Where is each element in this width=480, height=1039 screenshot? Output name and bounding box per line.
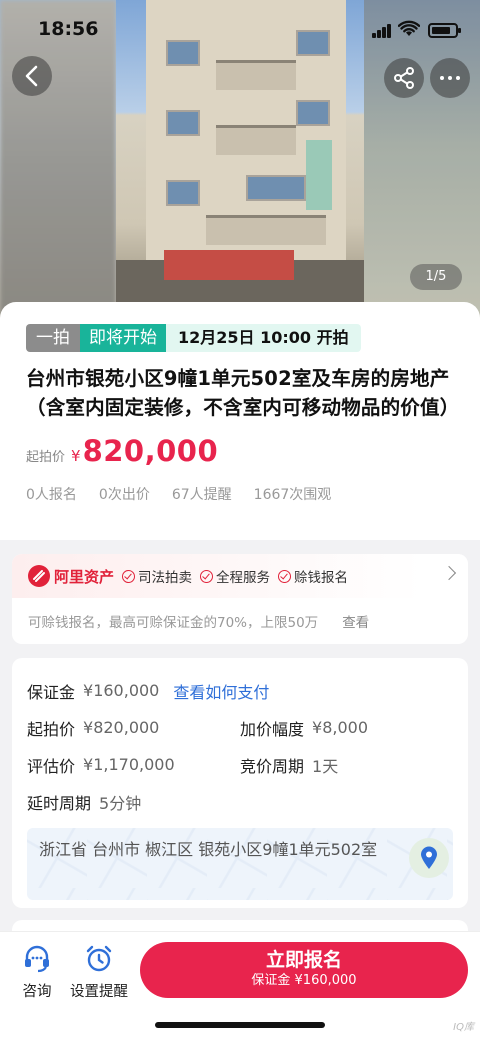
delay-value: 5分钟	[99, 793, 142, 813]
address-box[interactable]: 浙江省 台州市 椒江区 银苑小区9幢1单元502室	[27, 828, 453, 900]
stat-registrations: 0人报名	[26, 487, 77, 503]
appraisal-value: ¥1,170,000	[83, 755, 175, 774]
delay-label: 延时周期	[27, 793, 92, 813]
starting-price: 820,000	[82, 434, 219, 468]
chevron-left-icon	[25, 65, 38, 87]
appraisal-label: 评估价	[27, 756, 76, 776]
check-circle-icon	[200, 569, 214, 583]
stat-reminders: 67人提醒	[171, 487, 232, 503]
stat-bids: 0次出价	[98, 487, 150, 503]
status-time: 18:56	[38, 18, 99, 40]
currency-symbol: ¥	[71, 447, 81, 465]
start-price-label: 起拍价	[27, 719, 76, 739]
wifi-icon	[398, 20, 420, 36]
ali-brand-name: 阿里资产	[54, 567, 115, 586]
status-tag: 即将开始	[80, 324, 166, 352]
price-row: 起拍价 ¥ 820,000	[26, 434, 454, 468]
credit-note: 可赊钱报名，最高可赊保证金的70%，上限50万	[28, 615, 319, 631]
headset-icon	[25, 945, 49, 973]
cycle-label: 竞价周期	[240, 756, 305, 776]
feature-full-service: 全程服务	[200, 566, 270, 586]
start-time-tag: 12月25日 10:00 开拍	[166, 324, 361, 352]
check-circle-icon	[278, 569, 292, 583]
sign-up-deposit: 保证金 ¥160,000	[251, 973, 357, 988]
address-text: 浙江省 台州市 椒江区 银苑小区9幢1单元502室	[39, 840, 378, 859]
more-dots-icon	[440, 76, 460, 80]
sign-up-label: 立即报名	[265, 949, 342, 971]
consult-button[interactable]: 咨询	[22, 944, 52, 1001]
watermark: IQ库	[453, 1022, 474, 1033]
price-label: 起拍价	[26, 450, 66, 465]
map-pin-icon[interactable]	[409, 838, 449, 878]
home-indicator[interactable]	[155, 1022, 325, 1028]
feature-judicial: 司法拍卖	[122, 566, 192, 586]
consult-label: 咨询	[22, 984, 52, 1000]
property-title: 台州市银苑小区9幢1单元502室及车房的房地产（含室内固定装修，不含室内可移动物…	[26, 367, 460, 419]
deposit-value: ¥160,000	[83, 681, 160, 700]
auction-stats: 0人报名 0次出价 67人提醒 1667次围观	[26, 484, 454, 504]
feature-credit-signup: 赊钱报名	[278, 566, 348, 586]
how-to-pay-link[interactable]: 查看如何支付	[173, 679, 269, 703]
alarm-clock-icon	[86, 945, 112, 972]
check-circle-icon	[122, 569, 136, 583]
shop-sign	[164, 250, 294, 280]
start-price-value: ¥820,000	[83, 718, 160, 737]
battery-icon	[428, 23, 461, 38]
deposit-row: 保证金 ¥160,000 查看如何支付	[27, 672, 454, 709]
back-button[interactable]	[12, 56, 52, 96]
ali-header: 阿里资产 司法拍卖 全程服务 赊钱报名	[12, 554, 468, 598]
more-button[interactable]	[430, 58, 470, 98]
ali-assets-card[interactable]: 阿里资产 司法拍卖 全程服务 赊钱报名 可赊钱报名，最高可赊保证金的70%，上限…	[12, 554, 468, 644]
share-icon	[394, 67, 414, 89]
sign-up-now-button[interactable]: 立即报名 保证金 ¥160,000	[140, 942, 468, 998]
increment-value: ¥8,000	[312, 718, 368, 737]
price-increment-row: 起拍价 ¥820,000 加价幅度 ¥8,000	[27, 709, 454, 746]
set-reminder-button[interactable]: 设置提醒	[70, 944, 128, 1001]
auction-info-card: 保证金 ¥160,000 查看如何支付 起拍价 ¥820,000 加价幅度 ¥8…	[12, 658, 468, 908]
credit-see-link[interactable]: 查看	[342, 611, 369, 631]
share-button[interactable]	[384, 58, 424, 98]
deposit-label: 保证金	[27, 682, 76, 702]
appraisal-cycle-row: 评估价 ¥1,170,000 竞价周期 1天	[27, 746, 454, 783]
chevron-right-icon	[441, 565, 457, 581]
auction-tags: 一拍 即将开始 12月25日 10:00 开拍	[26, 324, 454, 352]
ali-assets-logo-icon	[28, 565, 50, 587]
round-tag: 一拍	[26, 324, 80, 352]
increment-label: 加价幅度	[240, 719, 305, 739]
stat-views: 1667次围观	[253, 487, 332, 503]
auction-summary-card: 一拍 即将开始 12月25日 10:00 开拍 台州市银苑小区9幢1单元502室…	[0, 302, 480, 540]
cycle-value: 1天	[312, 756, 339, 776]
signal-icon	[372, 24, 392, 38]
status-bar: 18:56	[0, 0, 480, 60]
delay-row: 延时周期 5分钟	[27, 783, 454, 820]
set-reminder-label: 设置提醒	[70, 984, 128, 1000]
image-counter: 1/5	[410, 264, 462, 290]
credit-note-row: 可赊钱报名，最高可赊保证金的70%，上限50万 查看	[12, 598, 468, 644]
